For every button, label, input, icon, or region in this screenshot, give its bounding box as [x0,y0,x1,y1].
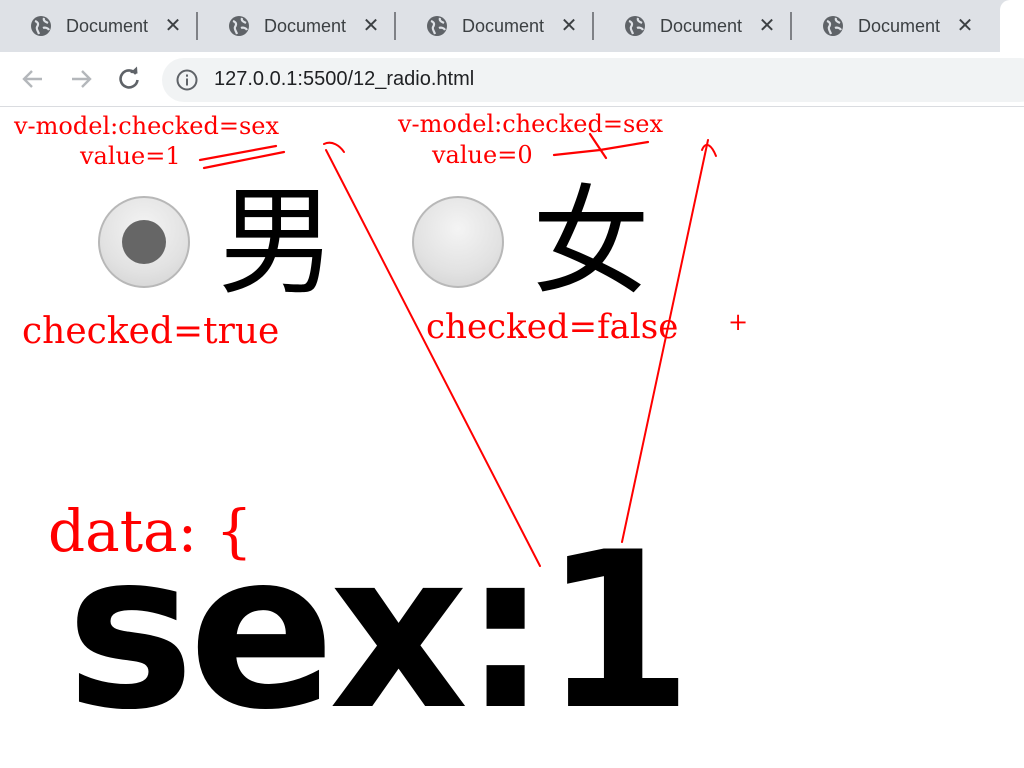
globe-icon [823,16,843,36]
annotation-plus: + [728,308,749,336]
back-arrow-icon [22,70,42,88]
close-icon[interactable]: ✕ [162,14,184,36]
close-icon[interactable]: ✕ [954,14,976,36]
globe-icon [229,16,249,36]
tab-title: Document [858,15,941,36]
tab-title: Document [264,15,347,36]
back-button[interactable] [18,64,48,94]
browser-tab[interactable]: Document ✕ [198,0,396,52]
tab-title: Document [462,15,545,36]
annotation-male-checked: checked=true [22,311,280,352]
radio-male[interactable] [98,196,190,288]
globe-icon [427,16,447,36]
radio-female[interactable] [412,196,504,288]
globe-icon [625,16,645,36]
forward-button[interactable] [66,64,96,94]
tab-title: Document [660,15,743,36]
info-icon[interactable] [176,69,198,91]
browser-tab[interactable]: Document ✕ [0,0,198,52]
browser-toolbar: 127.0.0.1:5500/12_radio.html [0,52,1024,107]
annotation-male-model: v-model:checked=sex [14,112,280,140]
annotation-male-value: value=1 [80,142,181,170]
globe-icon [31,16,51,36]
address-bar[interactable]: 127.0.0.1:5500/12_radio.html [162,58,1024,102]
annotation-data-open: data: { [48,497,253,565]
radio-checked-dot [122,220,166,264]
annotation-female-checked: checked=false [426,307,679,347]
tab-title: Document [66,15,149,36]
url-path: :5500/12_radio.html [297,68,475,90]
tab-strip: Document ✕ Document ✕ Document ✕ Documen… [0,0,1024,52]
forward-arrow-icon [72,70,92,88]
browser-tab[interactable]: Document ✕ [594,0,792,52]
url-host: 127.0.0.1 [214,68,298,90]
close-icon[interactable]: ✕ [360,14,382,36]
reload-button[interactable] [114,64,144,94]
browser-tab[interactable]: Document ✕ [792,0,990,52]
label-male: 男 [218,173,337,311]
close-icon[interactable]: ✕ [558,14,580,36]
browser-tab[interactable]: Document ✕ [396,0,594,52]
page-content: 男 女 sex:1 [0,107,1024,768]
url-text[interactable]: 127.0.0.1:5500/12_radio.html [214,68,474,91]
annotation-female-model: v-model:checked=sex [398,110,664,138]
close-icon[interactable]: ✕ [756,14,778,36]
reload-icon [119,66,139,89]
label-female: 女 [532,173,651,311]
active-tab[interactable] [1000,0,1024,52]
annotation-female-value: value=0 [432,141,533,169]
